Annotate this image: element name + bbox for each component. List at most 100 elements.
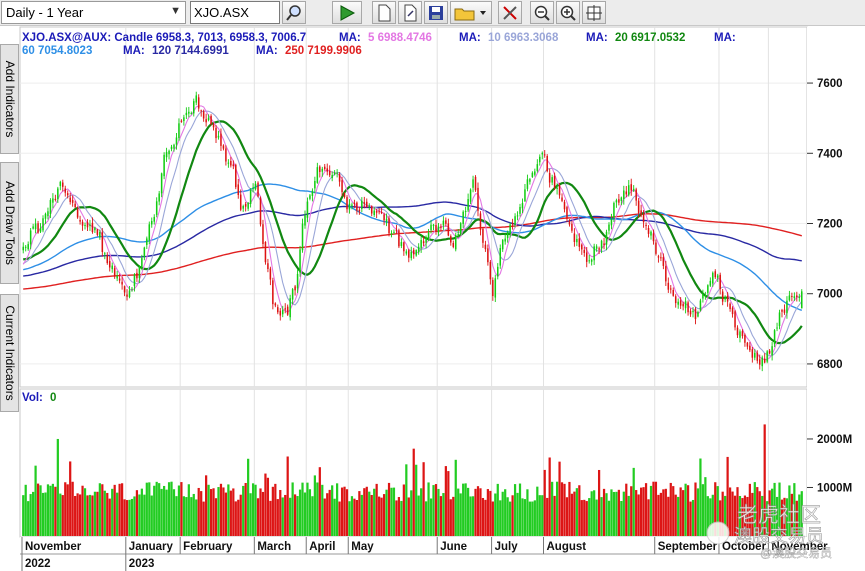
candle-body (445, 220, 447, 224)
volume-bar (494, 493, 497, 536)
candle-body (623, 190, 625, 200)
candle-body (338, 174, 341, 182)
candle-body (749, 345, 751, 351)
candle-body (588, 260, 590, 262)
candle-body (101, 232, 104, 252)
wechat-icon (706, 521, 730, 545)
candle-body (118, 278, 121, 281)
volume-bar (116, 492, 119, 536)
volume-bar (573, 491, 576, 536)
candle-body (576, 238, 578, 243)
candle-body (378, 211, 380, 213)
candle-body (281, 310, 284, 315)
candle-body (731, 307, 734, 315)
candle-body (627, 185, 630, 196)
volume-bar (106, 492, 109, 536)
candle-body (341, 180, 343, 193)
candle-body (704, 295, 707, 297)
candle-body (670, 288, 672, 290)
candle-body (71, 199, 74, 203)
year-label: 2023 (129, 558, 155, 570)
candle-body (467, 198, 469, 211)
volume-bar (197, 487, 200, 536)
volume-bar (585, 501, 588, 536)
candle-body (286, 306, 289, 315)
volume-bar (420, 488, 423, 536)
candle-body (435, 225, 437, 233)
candle-body (81, 221, 84, 226)
volume-bar (684, 483, 687, 536)
volume-bar (51, 483, 55, 536)
candle-body (457, 234, 459, 236)
candle-body (331, 175, 333, 178)
volume-bar (350, 496, 354, 536)
volume-bar (385, 489, 388, 536)
month-label: July (495, 541, 519, 553)
candle-body (504, 238, 506, 242)
volume-tick-label: 1000M (817, 482, 852, 494)
volume-bar (509, 501, 512, 536)
candle-body (677, 301, 679, 305)
volume-bar (281, 497, 284, 536)
volume-bar (224, 492, 228, 536)
candle-body (24, 246, 27, 248)
candle-body (608, 224, 610, 231)
month-label: June (440, 541, 467, 553)
candle-body (215, 127, 217, 139)
volume-bar (54, 486, 57, 536)
ma5-legend-value: 5 6988.4746 (368, 32, 432, 44)
volume-bar (691, 499, 695, 536)
candle-body (405, 251, 408, 254)
volume-bar (120, 483, 124, 536)
candle-body (662, 257, 665, 266)
candle-body (781, 309, 783, 312)
volume-bar (662, 489, 665, 536)
volume-bar (93, 491, 97, 536)
volume-bar (368, 491, 371, 536)
candle-body (158, 193, 160, 202)
candle-body (309, 195, 311, 199)
candle-body (91, 222, 94, 233)
candle-body (521, 203, 524, 209)
candle-body (123, 286, 126, 293)
volume-legend-label: Vol: (22, 392, 43, 404)
volume-bar (239, 494, 242, 536)
candle-body (689, 310, 692, 315)
volume-bar (61, 495, 64, 536)
candle-body (464, 210, 467, 212)
candle-body (716, 275, 719, 278)
month-label: August (546, 541, 586, 553)
candle-body (773, 330, 776, 345)
volume-bar (489, 490, 492, 536)
volume-bar (667, 496, 670, 536)
volume-bar (484, 499, 487, 536)
volume-bar (536, 486, 539, 536)
volume-bar (434, 484, 438, 536)
volume-bar (276, 499, 279, 536)
volume-bar (570, 493, 574, 536)
volume-bar (405, 464, 408, 536)
volume-bar (558, 461, 561, 536)
candle-body (353, 202, 356, 204)
candle-body (385, 218, 388, 222)
volume-bar (130, 498, 134, 536)
candle-body (583, 249, 586, 253)
candle-body (395, 229, 398, 231)
candle-body (200, 110, 202, 112)
candle-body (361, 200, 363, 209)
volume-bar (316, 482, 319, 536)
candle-body (511, 222, 514, 225)
candle-body (645, 224, 647, 227)
volume-bar (200, 491, 203, 536)
volume-bar (682, 490, 685, 536)
ma120-legend-value: 120 7144.6991 (152, 45, 229, 57)
candle-body (366, 201, 368, 207)
candle-body (22, 246, 25, 251)
candle-body (548, 172, 551, 183)
volume-bar (462, 483, 465, 536)
volume-bar (328, 489, 331, 536)
volume-bar (464, 483, 467, 536)
candle-body (373, 210, 375, 215)
candle-body (294, 286, 296, 291)
volume-bar (323, 498, 326, 536)
